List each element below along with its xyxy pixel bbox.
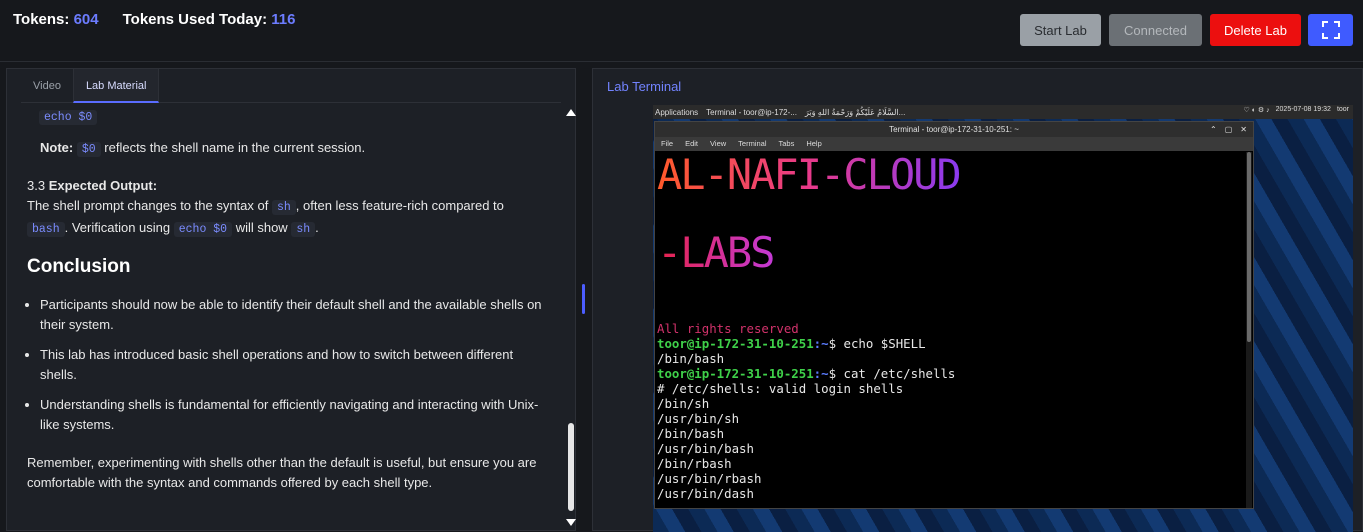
tray-user: toor — [1336, 106, 1349, 113]
top-bar: Tokens: 604 Tokens Used Today: 116 Start… — [0, 0, 1363, 62]
banner-labs: -LABS — [657, 228, 775, 277]
tray-icons: ♡ ◐ ⚙ ♪ — [1243, 107, 1270, 114]
banner-al-nafi: AL-NAFI-CLOUD — [657, 151, 962, 199]
terminal-line: /bin/bash — [657, 426, 725, 441]
terminal-line: /usr/bin/bash — [657, 441, 754, 456]
terminal-line: toor@ip-172-31-10-251:~$ cat /etc/shells — [657, 366, 956, 381]
terminal-titlebar: Terminal - toor@ip-172-31-10-251: ~ ⌃ ▢ ✕ — [655, 122, 1253, 137]
vm-tray: ♡ ◐ ⚙ ♪ 2025-07-08 19:32 toor — [1244, 106, 1349, 114]
terminal-scroll-thumb[interactable] — [1247, 152, 1251, 342]
expected-output-paragraph: The shell prompt changes to the syntax o… — [27, 198, 504, 237]
remember-paragraph: Remember, experimenting with shells othe… — [27, 455, 537, 490]
fullscreen-button[interactable] — [1308, 14, 1353, 46]
terminal-line: /bin/sh — [657, 396, 710, 411]
panel-resize-handle[interactable] — [582, 284, 585, 314]
lab-terminal-panel: Lab Terminal Applications Terminal - too… — [592, 68, 1363, 532]
terminal-line: /usr/bin/rbash — [657, 471, 762, 486]
taskbar-terminal[interactable]: Terminal - toor@ip-172-... — [706, 108, 797, 117]
terminal-window[interactable]: Terminal - toor@ip-172-31-10-251: ~ ⌃ ▢ ✕ … — [654, 121, 1254, 509]
scroll-up-icon[interactable] — [566, 109, 576, 116]
tab-lab-material[interactable]: Lab Material — [72, 69, 160, 103]
terminal-line: /bin/bash — [657, 351, 725, 366]
token-summary: Tokens: 604 Tokens Used Today: 116 — [13, 11, 295, 28]
lab-material-content: echo $0 Note: $0 reflects the shell name… — [7, 105, 562, 530]
material-scrollbar[interactable] — [565, 105, 577, 529]
terminal-line: /bin/rbash — [657, 456, 732, 471]
list-item: This lab has introduced basic shell oper… — [40, 345, 545, 385]
scroll-thumb[interactable] — [568, 423, 574, 511]
vm-screen[interactable]: Applications Terminal - toor@ip-172-... … — [653, 105, 1353, 532]
scroll-down-icon[interactable] — [566, 519, 576, 526]
menu-edit[interactable]: Edit — [685, 137, 698, 151]
minimize-icon[interactable]: ⌃ — [1210, 122, 1217, 137]
maximize-icon[interactable]: ▢ — [1225, 122, 1233, 137]
applications-menu[interactable]: Applications — [655, 108, 698, 117]
terminal-output[interactable]: AL-NAFI-CLOUD -LABS All rights reserved … — [655, 151, 1247, 509]
tab-video[interactable]: Video — [21, 69, 73, 103]
material-tabs: Video Lab Material — [21, 69, 561, 103]
terminal-line: /usr/bin/sh — [657, 411, 740, 426]
tokens-used-today: Tokens Used Today: 116 — [122, 11, 296, 28]
lab-terminal-title: Lab Terminal — [607, 79, 682, 94]
start-lab-button[interactable]: Start Lab — [1020, 14, 1101, 46]
terminal-scrollbar[interactable] — [1246, 152, 1252, 508]
menu-view[interactable]: View — [710, 137, 726, 151]
rights-line: All rights reserved — [657, 321, 799, 336]
delete-lab-button[interactable]: Delete Lab — [1210, 14, 1301, 46]
tray-clock: 2025-07-08 19:32 — [1275, 106, 1331, 113]
terminal-menu: File Edit View Terminal Tabs Help — [655, 137, 1253, 151]
terminal-line: /usr/bin/dash — [657, 486, 754, 501]
conclusion-list: Participants should now be able to ident… — [40, 295, 545, 445]
note-text: Note: $0 reflects the shell name in the … — [40, 140, 366, 157]
code-snippet: echo $0 — [39, 106, 98, 128]
list-item: Understanding shells is fundamental for … — [40, 395, 545, 435]
menu-tabs[interactable]: Tabs — [779, 137, 795, 151]
lab-material-panel: Video Lab Material echo $0 Note: $0 refl… — [6, 68, 576, 531]
tokens-count: Tokens: 604 — [13, 11, 99, 28]
menu-terminal[interactable]: Terminal — [738, 137, 766, 151]
list-item: Participants should now be able to ident… — [40, 295, 545, 335]
connected-button[interactable]: Connected — [1109, 14, 1202, 46]
terminal-line: # /etc/shells: valid login shells — [657, 381, 904, 396]
terminal-line: toor@ip-172-31-10-251:~$ echo $SHELL — [657, 336, 926, 351]
close-icon[interactable]: ✕ — [1240, 122, 1247, 137]
fullscreen-icon — [1321, 21, 1340, 39]
vm-taskbar: Applications Terminal - toor@ip-172-... … — [653, 105, 1353, 119]
menu-help[interactable]: Help — [806, 137, 821, 151]
menu-file[interactable]: File — [661, 137, 673, 151]
section-heading: 3.3 Expected Output: — [27, 178, 158, 193]
conclusion-heading: Conclusion — [27, 256, 131, 277]
arabic-greeting: السَّلَامُ عَلَيْكُمْ وَرَحْمَةُ اللهِ و… — [804, 107, 906, 117]
